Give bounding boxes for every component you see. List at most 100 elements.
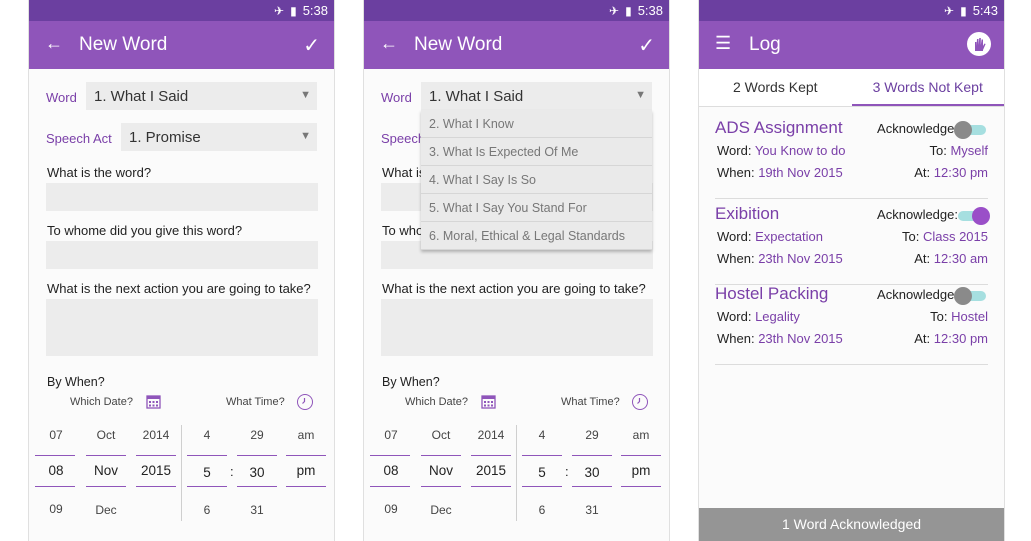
acknowledge-toggle[interactable] [954,287,988,305]
year-selected[interactable]: 2015 [471,463,511,478]
page-title: New Word [79,34,168,55]
month-selected[interactable]: Nov [89,463,123,478]
log-item-title: Exibition [715,204,780,223]
arrow-back-icon[interactable]: ← [45,33,63,54]
minute-prev[interactable]: 29 [242,428,272,442]
acknowledge-toggle[interactable] [954,121,988,139]
picker-divider [522,455,562,456]
calendar-icon[interactable] [481,394,496,409]
minute-selected[interactable]: 30 [242,465,272,480]
check-icon[interactable]: ✓ [303,33,320,58]
when-value: 19th Nov 2015 [758,165,843,180]
log-item[interactable]: Exibition Acknowledge: Word: Expectation… [715,204,990,285]
clock-icon[interactable] [632,394,648,410]
hour-next[interactable]: 6 [527,503,557,517]
dropdown-option[interactable]: 6. Moral, Ethical & Legal Standards [421,222,652,250]
month-selected[interactable]: Nov [424,463,458,478]
word-select[interactable]: 1. What I Said ▼ [86,82,317,110]
minute-selected[interactable]: 30 [577,465,607,480]
picker-divider [86,455,126,456]
menu-icon[interactable]: ☰ [715,33,731,54]
log-item[interactable]: Hostel Packing Acknowledge: Word: Legali… [715,284,988,365]
year-selected[interactable]: 2015 [136,463,176,478]
arrow-back-icon[interactable]: ← [380,33,398,54]
word-dropdown-menu: 2. What I Know 3. What Is Expected Of Me… [421,110,652,250]
hour-selected[interactable]: 5 [192,465,222,480]
month-prev[interactable]: Oct [424,428,458,442]
ampm-prev[interactable]: am [291,428,321,442]
picker-divider [471,486,511,487]
log-item[interactable]: ADS Assignment Acknowledge: Word: You Kn… [715,118,988,199]
hour-selected[interactable]: 5 [527,465,557,480]
year-prev[interactable]: 2014 [139,428,173,442]
ampm-prev[interactable]: am [626,428,656,442]
day-next[interactable]: 09 [376,502,406,516]
app-bar: ← New Word ✓ [29,21,334,69]
dropdown-arrow-icon: ▼ [300,89,311,101]
picker-divider [237,455,277,456]
new-word-dropdown-screen: ✈ ▮ 5:38 ← New Word ✓ Word 1. What I Sai… [364,0,669,541]
minute-next[interactable]: 31 [577,503,607,517]
picker-divider [421,486,461,487]
check-icon[interactable]: ✓ [638,33,655,58]
at-value: 12:30 pm [933,331,988,346]
hour-prev[interactable]: 4 [527,428,557,442]
picker-divider [35,486,75,487]
recipient-question: To who [382,223,424,238]
recipient-input[interactable] [46,241,318,269]
clock-icon[interactable] [297,394,313,410]
calendar-icon[interactable] [146,394,161,409]
word-question: What is [382,165,426,180]
month-next[interactable]: Dec [89,503,123,517]
word-line: Word: You Know to do [717,143,846,158]
status-time: 5:38 [302,3,328,18]
speech-act-select[interactable]: 1. Promise ▼ [121,123,317,151]
recipient-question: To whome did you give this word? [47,223,243,238]
minute-next[interactable]: 31 [242,503,272,517]
speech-act-label: Speech [381,131,426,146]
when-line: When: 23th Nov 2015 [717,331,843,346]
year-prev[interactable]: 2014 [474,428,508,442]
ampm-selected[interactable]: pm [626,463,656,478]
status-bar: ✈ ▮ 5:38 [364,0,669,21]
log-item-title: ADS Assignment [715,118,843,137]
hour-next[interactable]: 6 [192,503,222,517]
at-line: At: 12:30 pm [914,331,988,346]
picker-divider [286,486,326,487]
word-value: Expectation [755,229,823,244]
when-value: 23th Nov 2015 [758,331,843,346]
dropdown-option[interactable]: 4. What I Say Is So [421,166,652,194]
next-action-input[interactable] [381,299,653,356]
minute-prev[interactable]: 29 [577,428,607,442]
next-action-input[interactable] [46,299,318,356]
hand-logo-icon [967,32,991,56]
log-tabs: 2 Words Kept 3 Words Not Kept [699,69,1004,107]
day-prev[interactable]: 07 [41,428,71,442]
day-next[interactable]: 09 [41,502,71,516]
airplane-icon: ✈ [609,3,620,18]
when-line: When: 19th Nov 2015 [717,165,843,180]
day-selected[interactable]: 08 [41,463,71,478]
day-selected[interactable]: 08 [376,463,406,478]
next-action-question: What is the next action you are going to… [382,281,646,296]
picker-divider [35,455,75,456]
dropdown-option[interactable]: 2. What I Know [421,110,652,138]
status-time: 5:43 [972,3,998,18]
to-value: Hostel [951,309,988,324]
day-prev[interactable]: 07 [376,428,406,442]
ampm-selected[interactable]: pm [291,463,321,478]
word-value: Legality [755,309,800,324]
acknowledge-toggle[interactable] [956,207,990,225]
at-line: At: 12:30 am [914,251,988,266]
word-input[interactable] [46,183,318,211]
month-prev[interactable]: Oct [89,428,123,442]
at-line: At: 12:30 pm [914,165,988,180]
tab-words-not-kept[interactable]: 3 Words Not Kept [851,69,1004,106]
dropdown-option[interactable]: 3. What Is Expected Of Me [421,138,652,166]
picker-divider [471,455,511,456]
dropdown-option[interactable]: 5. What I Say You Stand For [421,194,652,222]
word-select[interactable]: 1. What I Said ▼ [421,82,652,110]
hour-prev[interactable]: 4 [192,428,222,442]
tab-words-kept[interactable]: 2 Words Kept [699,69,852,106]
month-next[interactable]: Dec [424,503,458,517]
